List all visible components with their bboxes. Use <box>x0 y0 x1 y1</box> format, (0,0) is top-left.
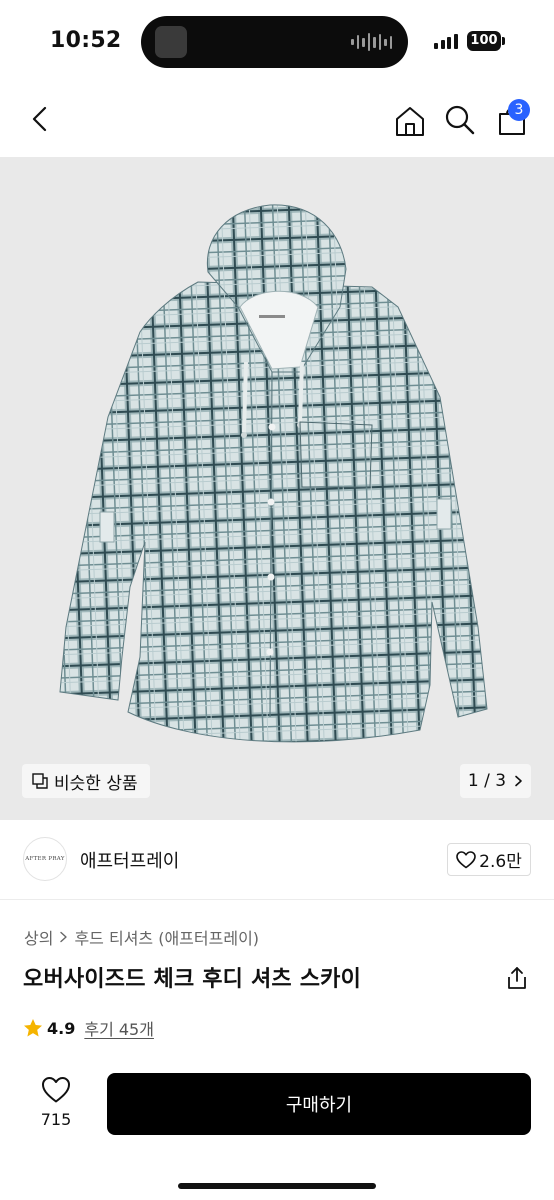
star-icon <box>24 1019 42 1037</box>
heart-icon <box>42 1077 70 1103</box>
battery-tip <box>502 37 505 45</box>
search-icon[interactable] <box>444 104 476 136</box>
top-nav-bar <box>0 82 554 157</box>
home-indicator <box>178 1183 376 1189</box>
battery-indicator: 100 <box>467 31 501 51</box>
image-pager-label: 1 / 3 <box>467 771 507 791</box>
heart-icon <box>456 850 476 868</box>
chevron-right-icon <box>515 775 522 787</box>
brand-logo-text: AFTER PRAY <box>25 856 65 862</box>
buy-button[interactable]: 구매하기 <box>107 1073 531 1135</box>
cellular-signal-icon <box>434 33 458 49</box>
breadcrumb: 상의 후드 티셔츠 (애프터프레이) <box>24 925 259 949</box>
brand-like-button[interactable]: 2.6만 <box>447 843 531 876</box>
chevron-right-icon <box>60 931 68 943</box>
brand-like-count: 2.6만 <box>479 852 522 872</box>
copy-icon <box>32 773 48 789</box>
dynamic-island <box>141 16 408 68</box>
product-title: 오버사이즈드 체크 후디 셔츠 스카이 <box>23 967 362 992</box>
live-activity-icon <box>155 26 187 58</box>
share-icon[interactable] <box>505 966 529 990</box>
status-time: 10:52 <box>50 28 122 53</box>
product-image-gallery[interactable]: 비슷한 상품 1 / 3 <box>0 157 554 820</box>
rating-score: 4.9 <box>47 1018 76 1038</box>
similar-products-button[interactable]: 비슷한 상품 <box>22 764 150 798</box>
brand-row: AFTER PRAY 애프터프레이 2.6만 <box>0 820 554 900</box>
back-arrow-icon[interactable] <box>26 104 56 134</box>
wishlist-button[interactable]: 715 <box>30 1076 82 1132</box>
similar-products-label: 비슷한 상품 <box>54 773 138 794</box>
brand-logo[interactable]: AFTER PRAY <box>23 837 67 881</box>
status-bar: 10:52 100 <box>0 0 554 82</box>
cart-count-badge: 3 <box>508 99 530 121</box>
product-photo <box>59 204 488 743</box>
rating-row: 4.9 후기 45개 <box>23 1016 154 1040</box>
breadcrumb-category[interactable]: 상의 <box>24 925 53 949</box>
audio-wave-icon <box>351 32 392 52</box>
review-count-link[interactable]: 후기 45개 <box>84 1016 154 1040</box>
home-icon[interactable] <box>393 104 427 138</box>
wishlist-count: 715 <box>40 1110 72 1129</box>
brand-name[interactable]: 애프터프레이 <box>80 847 179 873</box>
image-pager-button[interactable]: 1 / 3 <box>460 764 531 798</box>
breadcrumb-subcategory[interactable]: 후드 티셔츠 (애프터프레이) <box>74 925 259 949</box>
